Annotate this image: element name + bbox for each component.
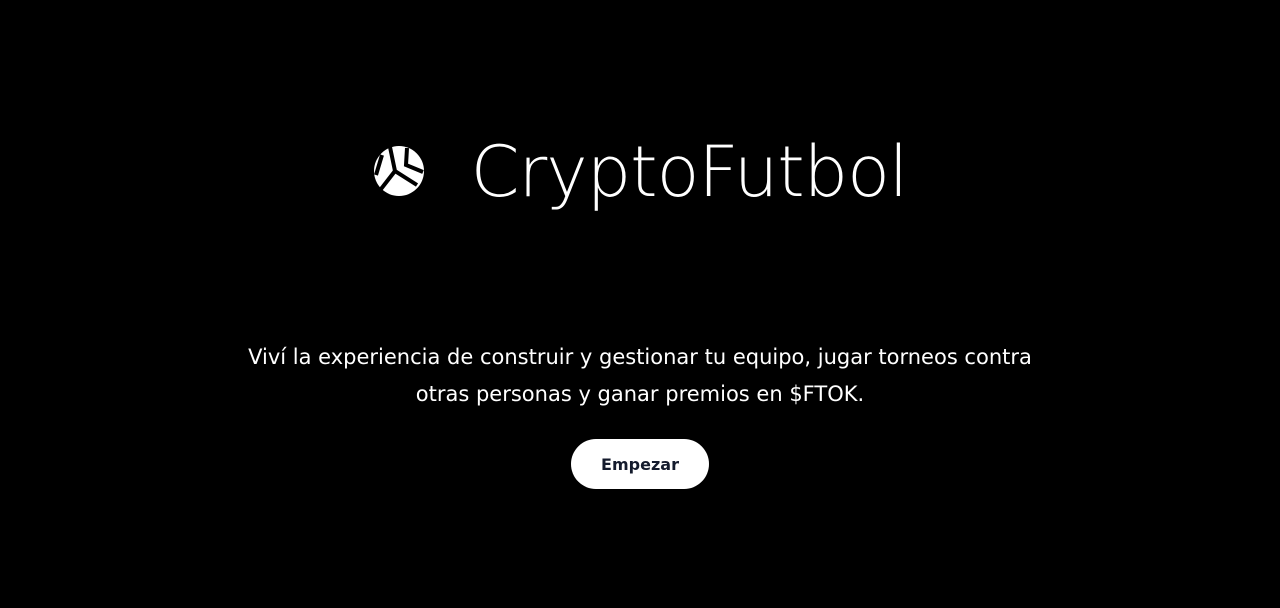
brand-name: CryptoFutbol bbox=[470, 131, 909, 213]
soccer-ball-icon bbox=[373, 146, 424, 196]
hero-tagline: Viví la experiencia de construir y gesti… bbox=[248, 345, 1032, 406]
start-button[interactable]: Empezar bbox=[571, 439, 709, 489]
hero-section: CryptoFutbol Viví la experiencia de cons… bbox=[0, 0, 1280, 608]
brand-header: CryptoFutbol bbox=[0, 124, 1280, 220]
